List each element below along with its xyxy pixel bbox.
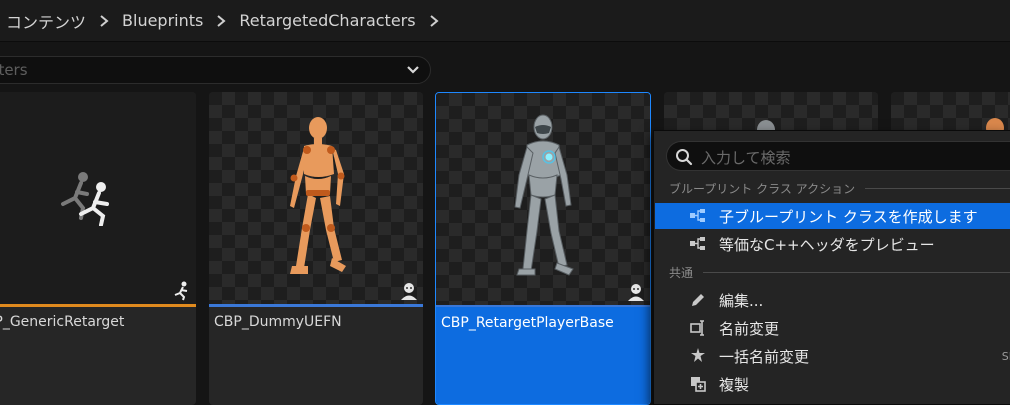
breadcrumb-item-blueprints[interactable]: Blueprints: [116, 11, 209, 30]
asset-tile-dummy-uefn[interactable]: CBP_DummyUEFN: [209, 92, 423, 405]
running-figures-icon: [61, 172, 109, 226]
duplicate-icon: [688, 374, 708, 394]
menu-item-duplicate[interactable]: 複製 C: [655, 371, 1010, 397]
shortcut-hint: SH: [1001, 349, 1010, 363]
chevron-right-icon[interactable]: [422, 9, 446, 33]
skeletal-mesh-icon: [401, 283, 417, 300]
bulk-rename-icon: [688, 346, 708, 366]
asset-thumbnail: [0, 92, 196, 304]
asset-type-strip: [0, 304, 196, 307]
asset-thumbnail: [436, 93, 650, 305]
menu-item-bulk-rename[interactable]: 一括名前変更 SH: [655, 343, 1010, 369]
edit-icon: [688, 290, 708, 310]
rename-icon: [688, 318, 708, 338]
asset-search-placeholder: acters: [0, 61, 28, 79]
asset-thumbnail: [209, 92, 423, 304]
context-menu: 入力して検索 ブループリント クラス アクション 子ブループリント クラスを作成…: [653, 130, 1010, 405]
section-header-blueprint-actions: ブループリント クラス アクション: [669, 179, 1010, 197]
section-header-common: 共通: [669, 263, 1010, 281]
menu-search-placeholder: 入力して検索: [701, 149, 791, 167]
player-robot-figure: [514, 114, 574, 276]
mannequin-figure: [290, 117, 346, 274]
cpp-header-icon: [688, 234, 708, 254]
chevron-right-icon[interactable]: [209, 9, 233, 33]
menu-item-create-child-blueprint[interactable]: 子ブループリント クラスを作成します: [655, 203, 1010, 229]
menu-item-edit[interactable]: 編集...: [655, 287, 1010, 313]
menu-item-preview-cpp-header[interactable]: 等価なC++ヘッダをプレビュー: [655, 231, 1010, 257]
asset-name-label: CBP_RetargetPlayerBase: [441, 315, 614, 331]
skeletal-mesh-icon: [628, 284, 644, 301]
asset-tile-retarget-player-base[interactable]: CBP_RetargetPlayerBase: [435, 92, 651, 405]
search-icon: [676, 149, 693, 166]
chevron-right-icon[interactable]: [92, 9, 116, 33]
asset-name-label: CBP_DummyUEFN: [214, 314, 342, 330]
menu-item-save[interactable]: 保存: [655, 399, 1010, 405]
running-figures-small-icon: [174, 281, 188, 301]
asset-type-strip: [209, 304, 423, 307]
asset-search-input[interactable]: acters: [0, 56, 431, 84]
child-blueprint-icon: [688, 206, 708, 226]
asset-tile-generic-retarget[interactable]: CBP_GenericRetarget: [0, 92, 196, 405]
breadcrumb-item-retargeted-characters[interactable]: RetargetedCharacters: [233, 11, 421, 30]
menu-search-input[interactable]: 入力して検索: [666, 141, 1010, 171]
asset-name-label: CBP_GenericRetarget: [0, 314, 125, 330]
chevron-down-icon[interactable]: [406, 64, 420, 76]
breadcrumb: コンテンツ Blueprints RetargetedCharacters: [0, 0, 1010, 42]
breadcrumb-item-content[interactable]: コンテンツ: [0, 9, 92, 33]
menu-item-rename[interactable]: 名前変更: [655, 315, 1010, 341]
